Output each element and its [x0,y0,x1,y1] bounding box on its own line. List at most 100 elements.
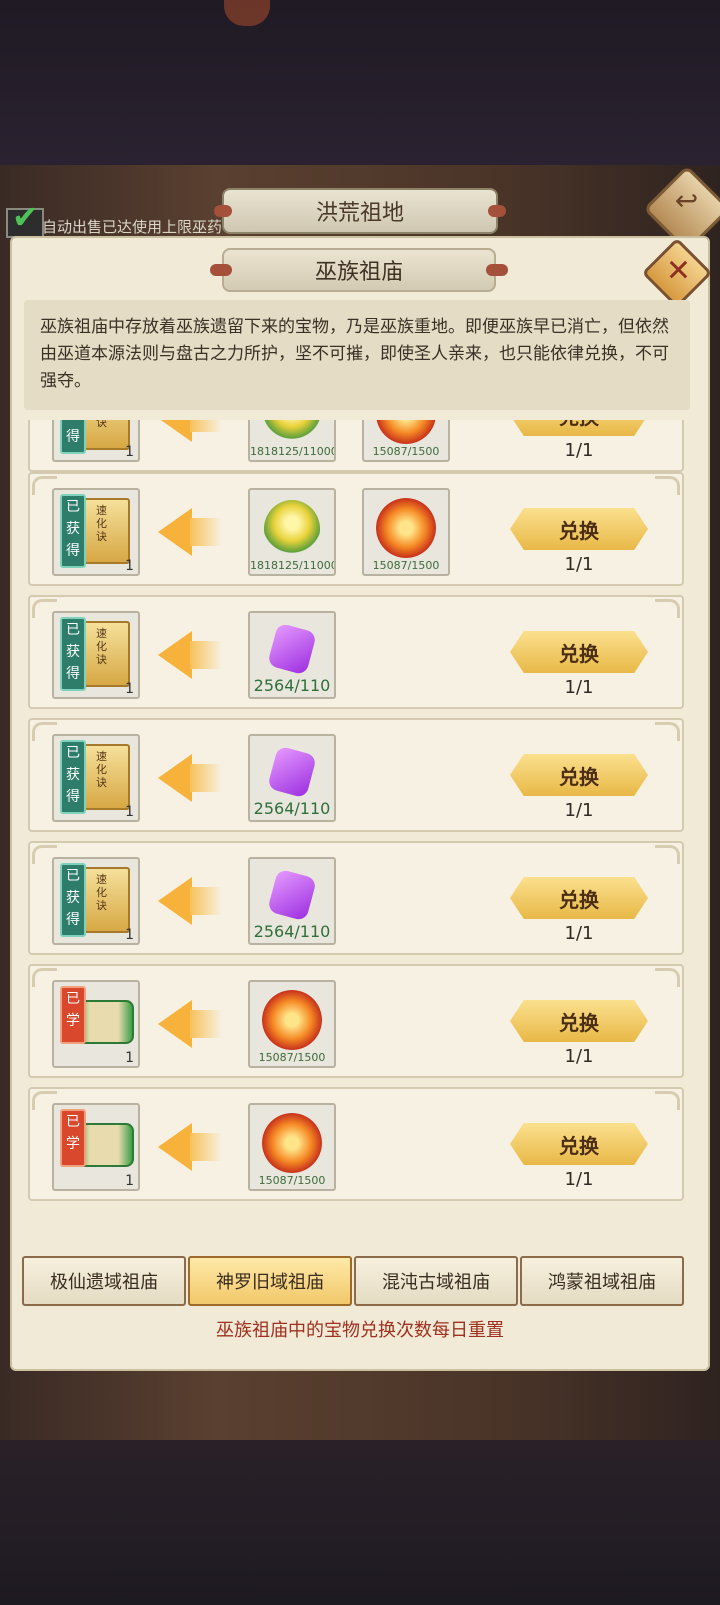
gem-icon [266,868,318,922]
exchange-row: 速化诀 已获得 1 2564/110 兑换 1/1 [28,718,684,832]
bottom-background [0,1440,720,1605]
reward-quantity: 1 [125,681,134,697]
arrow-tail [190,641,222,669]
exchange-row: 速化诀已获得11818125/1100015087/1500兑换1/1 [28,472,684,586]
book-title: 速化诀 [96,420,107,429]
exchange-button[interactable]: 兑换 [510,754,648,796]
reward-slot[interactable]: 速化诀 已获得 1 [52,420,140,462]
cost-count: 15087/1500 [258,1051,326,1064]
panel-title-knob-left [210,264,232,276]
tab-temple[interactable]: 混沌古域祖庙 [354,1256,518,1306]
panel-title-bar: 巫族祖庙 [210,248,508,292]
exchange-limit: 1/1 [564,677,594,698]
cost-slot[interactable]: 15087/1500 [362,420,450,462]
flame-pot-icon [264,500,320,558]
exchange-button[interactable]: 兑换 [510,508,648,550]
reward-slot[interactable]: 已学 1 [52,980,140,1068]
fire-icon [262,990,322,1050]
exchange-button[interactable]: 兑换 [510,1000,648,1042]
row-corner-ornament [655,845,680,864]
exchange-limit: 1/1 [564,440,594,461]
reward-slot[interactable]: 速化诀已获得1 [52,734,140,822]
obtained-tag: 已获得 [60,494,86,568]
arrow-tail [190,764,222,792]
exchange-button[interactable]: 兑换 [510,420,648,436]
cost-slot[interactable]: 15087/1500 [248,980,336,1068]
outer-title-bar: 洪荒祖地 [214,188,506,234]
arrow-left-icon [158,631,192,679]
row-corner-ornament [655,1091,680,1110]
cost-slot[interactable]: 1818125/11000 [248,488,336,576]
panel-title: 巫族祖庙 [314,260,403,285]
cost-slot[interactable]: 15087/1500 [362,488,450,576]
cost-slot[interactable]: 15087/1500 [248,1103,336,1191]
back-arrow-icon: ↩ [674,184,699,218]
exchange-button[interactable]: 兑换 [510,877,648,919]
book-title: 速化诀 [96,504,107,543]
cost-count: 15087/1500 [258,1174,326,1187]
exchange-list[interactable]: 速化诀已获得11818125/1100015087/1500兑换1/1速化诀已获… [26,420,684,1230]
exchange-button[interactable]: 兑换 [510,631,648,673]
title-knob-right [488,205,506,217]
cost-count: 15087/1500 [372,559,440,572]
row-corner-ornament [655,476,680,495]
reward-slot[interactable]: 速化诀已获得1 [52,857,140,945]
arrow-left-icon [158,1000,192,1048]
obtained-tag: 已获得 [60,617,86,691]
cost-count: 2564/110 [253,799,331,818]
fire-icon [376,498,436,558]
top-background [0,0,720,165]
obtained-tag: 已获得 [60,863,86,937]
arrow-left-icon [158,1123,192,1171]
auto-sell-checkbox[interactable]: ✔ [6,198,44,238]
learned-tag: 已学 [60,986,86,1044]
description-box: 巫族祖庙中存放着巫族遗留下来的宝物，乃是巫族重地。即便巫族早已消亡，但依然由巫道… [24,300,690,410]
cost-slot[interactable]: 1818125/11000 [248,420,336,462]
tab-temple[interactable]: 神罗旧域祖庙 [188,1256,352,1306]
panel-title-knob-right [486,264,508,276]
gem-icon [266,622,318,676]
arrow-left-icon [158,420,192,442]
reward-quantity: 1 [125,444,134,460]
footer-note: 巫族祖庙中的宝物兑换次数每日重置 [216,1320,504,1341]
book-title: 速化诀 [96,627,107,666]
arrow-tail [190,887,222,915]
outer-title: 洪荒祖地 [315,201,404,226]
row-corner-ornament [655,968,680,987]
reward-quantity: 1 [125,1173,134,1189]
cost-slot[interactable]: 2564/110 [248,734,336,822]
exchange-button[interactable]: 兑换 [510,1123,648,1165]
arrow-left-icon [158,508,192,556]
learned-tag: 已学 [60,1109,86,1167]
reward-quantity: 1 [125,804,134,820]
row-corner-ornament [655,722,680,741]
cost-slot[interactable]: 2564/110 [248,857,336,945]
exchange-limit: 1/1 [564,1169,594,1190]
arrow-tail [190,420,222,432]
tab-temple[interactable]: 鸿蒙祖域祖庙 [520,1256,684,1306]
checkmark-icon: ✔ [12,198,39,236]
tab-temple[interactable]: 极仙遗域祖庙 [22,1256,186,1306]
arrow-tail [190,1133,222,1161]
cost-slot[interactable]: 2564/110 [248,611,336,699]
cost-count: 1818125/11000 [250,445,336,458]
exchange-limit: 1/1 [564,923,594,944]
reward-slot[interactable]: 速化诀已获得1 [52,488,140,576]
cost-count: 1818125/11000 [250,559,336,572]
exchange-row: 速化诀 已获得 1 2564/110 兑换 1/1 [28,595,684,709]
arrow-left-icon [158,754,192,802]
book-title: 速化诀 [96,750,107,789]
flame-pot-icon [264,420,320,444]
exchange-limit: 1/1 [564,800,594,821]
exchange-row: 已学 1 15087/1500 兑换 1/1 [28,1087,684,1201]
reward-slot[interactable]: 速化诀已获得 1 [52,611,140,699]
reward-quantity: 1 [125,927,134,943]
obtained-tag: 已获得 [60,420,86,454]
auto-sell-label: 自动出售已达使用上限巫药 [42,218,223,236]
arrow-left-icon [158,877,192,925]
reward-slot[interactable]: 已学 1 [52,1103,140,1191]
reward-quantity: 1 [125,1050,134,1066]
exchange-row: 速化诀 已获得 1 1818125/11000 15087/1500 兑换 1/1 [28,420,684,472]
gem-icon [266,745,318,799]
row-corner-ornament [655,599,680,618]
